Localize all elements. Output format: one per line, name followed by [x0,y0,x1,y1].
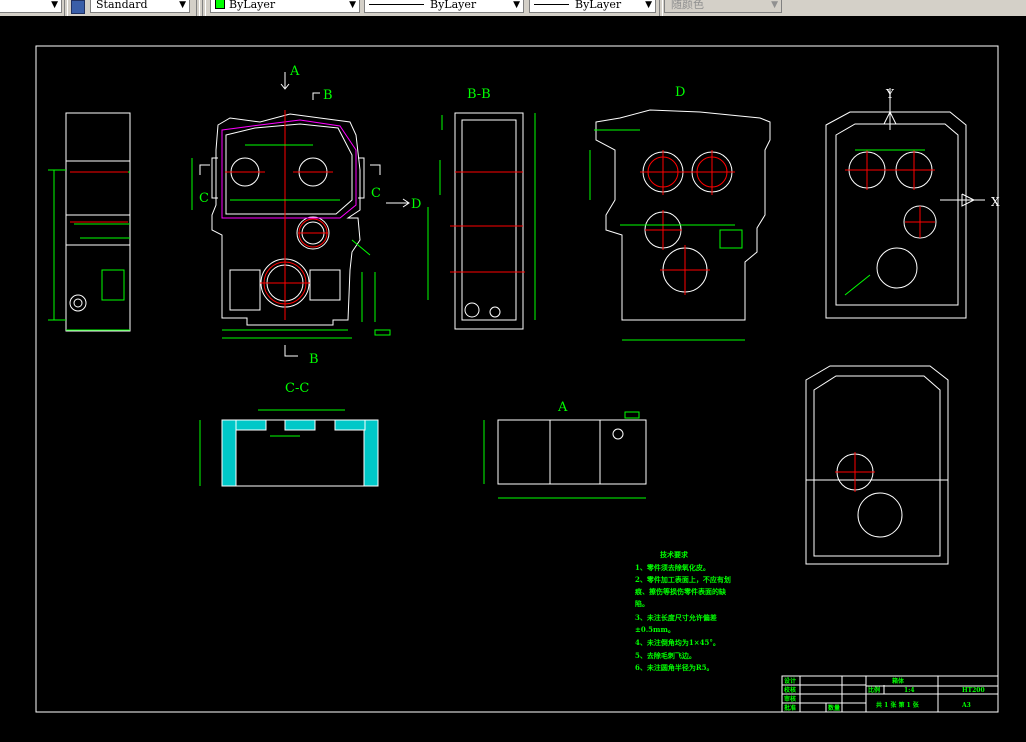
right-view [825,88,985,319]
chevron-down-icon: ▼ [771,0,778,10]
lineweight-sample-icon [534,4,569,5]
drawing-canvas[interactable]: A B B C C D B-B D C-C A Y X 技术要求 1、零件须去除… [0,16,1026,738]
tech-requirements-title: 技术要求 [660,550,689,559]
toolbar-separator [196,0,200,16]
linetype-dropdown[interactable]: ByLayer ▼ [364,0,524,13]
a-title: A [557,400,568,415]
tech-line: 4、未注倒角均为1×45°。 [635,638,720,647]
tech-line: ±0.5mm。 [635,625,675,634]
axis-y-label: Y [885,87,895,101]
tb-material: HT200 [962,687,985,694]
view-d-arrow-label: D [411,197,421,212]
tb-scale-label: 比例 [868,686,880,694]
chevron-down-icon: ▼ [513,0,520,10]
toolbar-separator [202,0,206,16]
cc-title: C-C [285,381,309,396]
color-swatch-icon [215,0,225,9]
side-view-dims [48,169,130,331]
tb-quantity: 数量 [828,704,840,712]
tech-line: 5、去除毛刺飞边。 [635,651,696,660]
tech-line: 6、未注圆角半径为R5。 [635,663,714,672]
tech-line: 陷。 [635,599,649,608]
color-value: ByLayer [229,0,276,11]
front-view-gasket [221,119,357,219]
a-view [483,411,647,499]
tb-scale-value: 1:4 [904,687,915,694]
toolbar-separator [64,0,68,16]
layer-dropdown[interactable]: ▼ [0,0,62,13]
section-b-top-label: B [323,88,333,103]
tb-approve: 批准 [784,704,796,712]
bb-section-dims [427,113,536,320]
section-b-bottom-label: B [309,352,319,367]
tech-line: 2、零件加工表面上，不应有划 [635,575,731,584]
lower-right-view [805,365,949,565]
d-view [595,109,771,321]
section-c-left-label: C [199,191,209,206]
tb-design: 设计 [784,677,796,685]
text-style-dropdown[interactable]: Standard ▼ [90,0,190,13]
toolbar-separator [659,0,663,16]
tech-requirements: 技术要求 1、零件须去除氧化皮。 2、零件加工表面上，不应有划 痕、擦伤等损伤零… [634,550,731,672]
tb-review: 审核 [784,695,796,703]
lower-right-centers [835,452,875,492]
color-dropdown[interactable]: ByLayer ▼ [210,0,360,13]
chevron-down-icon: ▼ [51,0,58,10]
properties-toolbar: ▼ Standard ▼ ByLayer ▼ ByLayer ▼ ByLayer ▼ 随… [0,0,1026,17]
section-c-right-label: C [371,186,381,201]
bb-title: B-B [467,87,491,102]
chevron-down-icon: ▼ [179,0,186,10]
front-view [211,113,365,326]
d-view-dims [589,129,745,341]
d-title: D [675,85,685,100]
tb-check: 校核 [784,686,796,694]
plotstyle-dropdown: 随颜色 ▼ [664,0,782,13]
tb-code: A3 [961,702,971,709]
chevron-down-icon: ▼ [349,0,356,10]
bb-section-centers [450,171,525,273]
tech-line: 痕、擦伤等损伤零件表面的缺 [634,587,727,596]
chevron-down-icon: ▼ [645,0,652,10]
tb-part-name: 箱体 [892,677,905,685]
tb-sheet: 共 1 张 第 1 张 [876,701,920,709]
lineweight-value: ByLayer [575,0,622,11]
linetype-sample-icon [369,4,424,5]
text-style-value: Standard [96,0,148,11]
view-a-arrow-label: A [289,64,300,79]
linetype-value: ByLayer [430,0,477,11]
cc-section-view [199,409,379,487]
bb-section-view [454,112,524,330]
d-view-centers [640,150,735,295]
right-view-centers [845,150,935,238]
sheet-border [35,45,999,713]
front-view-centers [225,110,333,320]
plotstyle-value: 随颜色 [671,0,704,11]
text-style-icon[interactable] [71,0,85,14]
tech-line: 3、未注长度尺寸允许偏差 [635,613,717,622]
axis-x-label: X [991,195,1000,209]
lineweight-dropdown[interactable]: ByLayer ▼ [529,0,656,13]
cad-drawing: A B B C C D B-B D C-C A Y X 技术要求 1、零件须去除… [35,45,1000,713]
tech-line: 1、零件须去除氧化皮。 [635,563,710,572]
